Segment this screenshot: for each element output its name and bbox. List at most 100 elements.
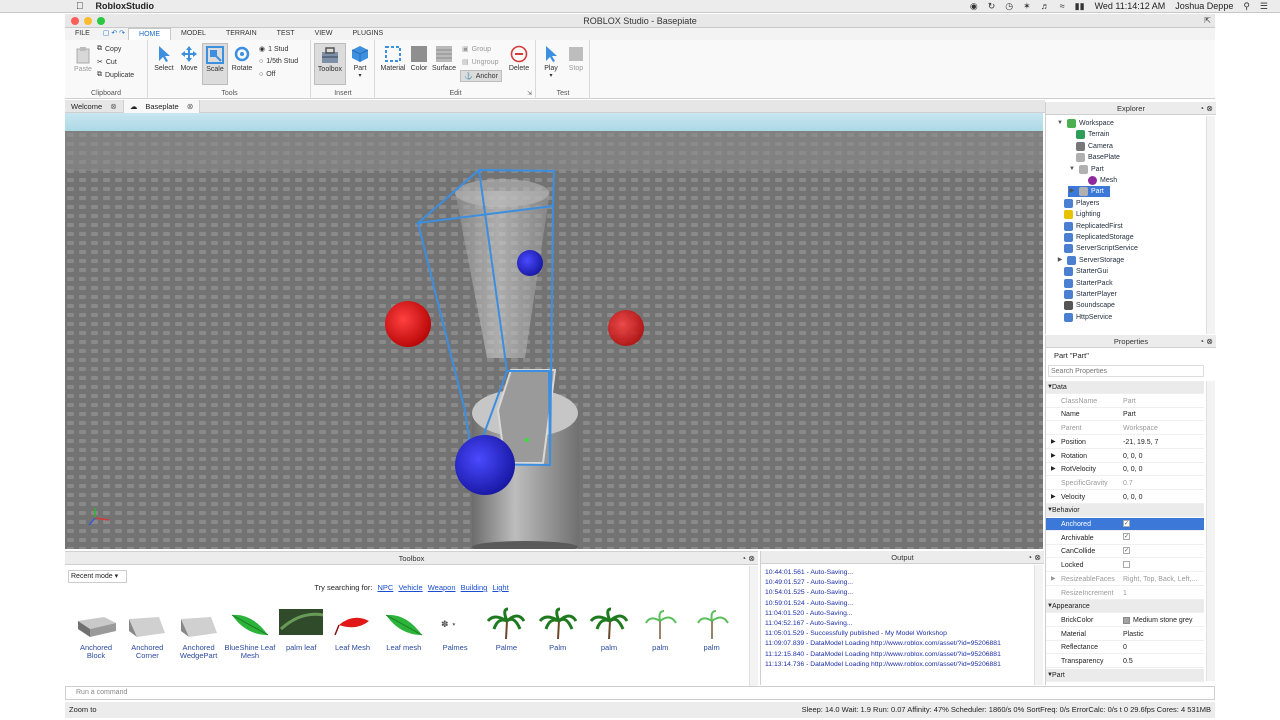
- app-menu[interactable]: RobloxStudio: [96, 1, 155, 11]
- doc-tab-welcome[interactable]: Welcome ⊗: [65, 100, 124, 113]
- expand-arrow-icon[interactable]: ▶: [1051, 463, 1056, 476]
- search-properties-input[interactable]: [1048, 365, 1204, 377]
- checkbox[interactable]: ✓: [1123, 519, 1130, 527]
- menubar-clock[interactable]: Wed 11:14:12 AM: [1095, 1, 1166, 11]
- toolbox-item[interactable]: Palme: [480, 604, 532, 652]
- explorer-item[interactable]: HttpService: [1064, 312, 1112, 323]
- command-bar[interactable]: Run a command: [65, 686, 1215, 700]
- property-category[interactable]: Behavior ▼: [1046, 504, 1204, 518]
- explorer-item[interactable]: ▼ Part: [1068, 164, 1104, 175]
- toolbox-item[interactable]: ✽ ⋆ Palmes: [429, 604, 481, 652]
- property-row[interactable]: Parent Workspace: [1046, 422, 1204, 436]
- scale-tool-button[interactable]: Scale: [202, 43, 228, 85]
- property-value[interactable]: ✓: [1123, 518, 1203, 531]
- property-value[interactable]: Part: [1123, 408, 1203, 421]
- expand-arrow-icon[interactable]: ▶: [1051, 573, 1056, 586]
- explorer-item[interactable]: ReplicatedFirst: [1064, 221, 1123, 232]
- toolbox-item[interactable]: palm: [686, 604, 738, 652]
- toolbox-item[interactable]: palm: [634, 604, 686, 652]
- explorer-item[interactable]: Mesh: [1088, 175, 1117, 186]
- group-button[interactable]: ▣ Group: [462, 45, 491, 54]
- paste-button[interactable]: Paste: [71, 46, 95, 73]
- bluetooth-icon[interactable]: ✶: [1023, 1, 1031, 12]
- property-value[interactable]: Right, Top, Back, Left,...: [1123, 573, 1203, 586]
- property-row[interactable]: ClassName Part: [1046, 395, 1204, 408]
- wifi-icon[interactable]: ≈: [1060, 1, 1065, 11]
- property-row[interactable]: ResizeIncrement 1: [1046, 587, 1204, 600]
- toolbox-item[interactable]: Anchored Corner: [121, 604, 173, 660]
- checkbox[interactable]: [1123, 560, 1130, 568]
- collapse-arrow-icon[interactable]: ▼: [1068, 164, 1076, 175]
- select-tool-button[interactable]: Select: [152, 45, 176, 72]
- property-row[interactable]: Archivable ✓: [1046, 532, 1204, 545]
- close-tab-icon[interactable]: ⊗: [187, 100, 194, 113]
- red-sphere-right[interactable]: [608, 310, 644, 346]
- explorer-item[interactable]: BasePlate: [1076, 152, 1120, 163]
- play-dropdown-icon[interactable]: ▾: [539, 72, 563, 79]
- checkbox[interactable]: ✓: [1123, 547, 1130, 555]
- ungroup-button[interactable]: ▤ Ungroup: [462, 58, 498, 67]
- quick-access-icons[interactable]: ▢ ↶ ↷: [100, 28, 128, 40]
- tab-plugins[interactable]: PLUGINS: [342, 28, 393, 40]
- property-value[interactable]: Medium stone grey: [1123, 614, 1203, 627]
- clock-icon[interactable]: ◷: [1005, 1, 1013, 12]
- property-row[interactable]: Rotation ▶ 0, 0, 0: [1046, 450, 1204, 463]
- explorer-item[interactable]: StarterPlayer: [1064, 289, 1117, 300]
- tab-file[interactable]: FILE: [65, 28, 100, 40]
- explorer-scrollbar[interactable]: [1206, 116, 1215, 334]
- explorer-item[interactable]: Players: [1064, 198, 1099, 209]
- explorer-item[interactable]: StarterPack: [1064, 278, 1113, 289]
- property-row[interactable]: Transparency 0.5: [1046, 655, 1204, 668]
- copy-button[interactable]: ⧉ Copy: [97, 45, 121, 53]
- property-value[interactable]: 0: [1123, 641, 1203, 654]
- properties-scrollbar[interactable]: [1206, 381, 1215, 681]
- toolbox-item[interactable]: Anchored Block: [70, 604, 122, 660]
- tab-model[interactable]: MODEL: [171, 28, 216, 40]
- property-value[interactable]: 1: [1123, 587, 1203, 600]
- property-category[interactable]: Appearance ▼: [1046, 600, 1204, 614]
- toolbox-item[interactable]: Palm: [532, 604, 584, 652]
- property-value[interactable]: ✓: [1123, 545, 1203, 558]
- explorer-item[interactable]: ▶ ServerStorage: [1056, 255, 1124, 266]
- property-row[interactable]: Name Part: [1046, 408, 1204, 422]
- rotate-tool-button[interactable]: Rotate: [229, 45, 255, 72]
- tab-view[interactable]: VIEW: [305, 28, 343, 40]
- suggestion-weapon-link[interactable]: Weapon: [428, 583, 456, 592]
- expand-arrow-icon[interactable]: ▶: [1051, 436, 1056, 449]
- collapse-arrow-icon[interactable]: ▼: [1047, 669, 1053, 682]
- output-scrollbar[interactable]: [1034, 565, 1043, 685]
- property-value[interactable]: Plastic: [1123, 628, 1203, 641]
- explorer-item[interactable]: ReplicatedStorage: [1064, 232, 1134, 243]
- property-value[interactable]: Workspace: [1123, 422, 1203, 435]
- menubar-user[interactable]: Joshua Deppe: [1175, 1, 1233, 11]
- tab-home[interactable]: HOME: [128, 28, 172, 40]
- delete-button[interactable]: Delete: [506, 45, 532, 72]
- property-category[interactable]: Data ▼: [1046, 381, 1204, 394]
- record-icon[interactable]: ◉: [970, 1, 978, 12]
- explorer-item[interactable]: ▶ Part: [1068, 186, 1110, 198]
- suggestion-building-link[interactable]: Building: [461, 583, 488, 592]
- property-row[interactable]: Velocity ▶ 0, 0, 0: [1046, 491, 1204, 504]
- zoom-window-button[interactable]: [97, 17, 105, 25]
- explorer-item[interactable]: Soundscape: [1064, 300, 1115, 311]
- material-button[interactable]: Material: [379, 45, 407, 72]
- property-value[interactable]: 0, 0, 0: [1123, 463, 1203, 476]
- anchor-button[interactable]: ⚓ Anchor: [460, 70, 502, 82]
- explorer-item[interactable]: Lighting: [1064, 209, 1101, 220]
- property-row[interactable]: RotVelocity ▶ 0, 0, 0: [1046, 463, 1204, 477]
- property-row[interactable]: Reflectance 0: [1046, 641, 1204, 655]
- panel-controls[interactable]: ◔ ⊗: [1199, 335, 1213, 348]
- toolbox-item[interactable]: Leaf mesh: [378, 604, 430, 652]
- toolbox-category-select[interactable]: Recent mode ▾: [68, 570, 127, 583]
- toolbox-scrollbar[interactable]: [749, 566, 758, 686]
- property-value[interactable]: 0.5: [1123, 655, 1203, 668]
- close-tab-icon[interactable]: ⊗: [110, 100, 117, 113]
- close-window-button[interactable]: [71, 17, 79, 25]
- minimize-window-button[interactable]: [84, 17, 92, 25]
- property-row[interactable]: SpecificGravity 0.7: [1046, 477, 1204, 490]
- suggestion-npc-link[interactable]: NPC: [378, 583, 394, 592]
- panel-controls[interactable]: ◔ ⊗: [741, 552, 755, 565]
- toolbox-item[interactable]: Leaf Mesh: [327, 604, 379, 652]
- property-value[interactable]: 0, 0, 0: [1123, 450, 1203, 463]
- expand-arrow-icon[interactable]: ▶: [1068, 186, 1076, 197]
